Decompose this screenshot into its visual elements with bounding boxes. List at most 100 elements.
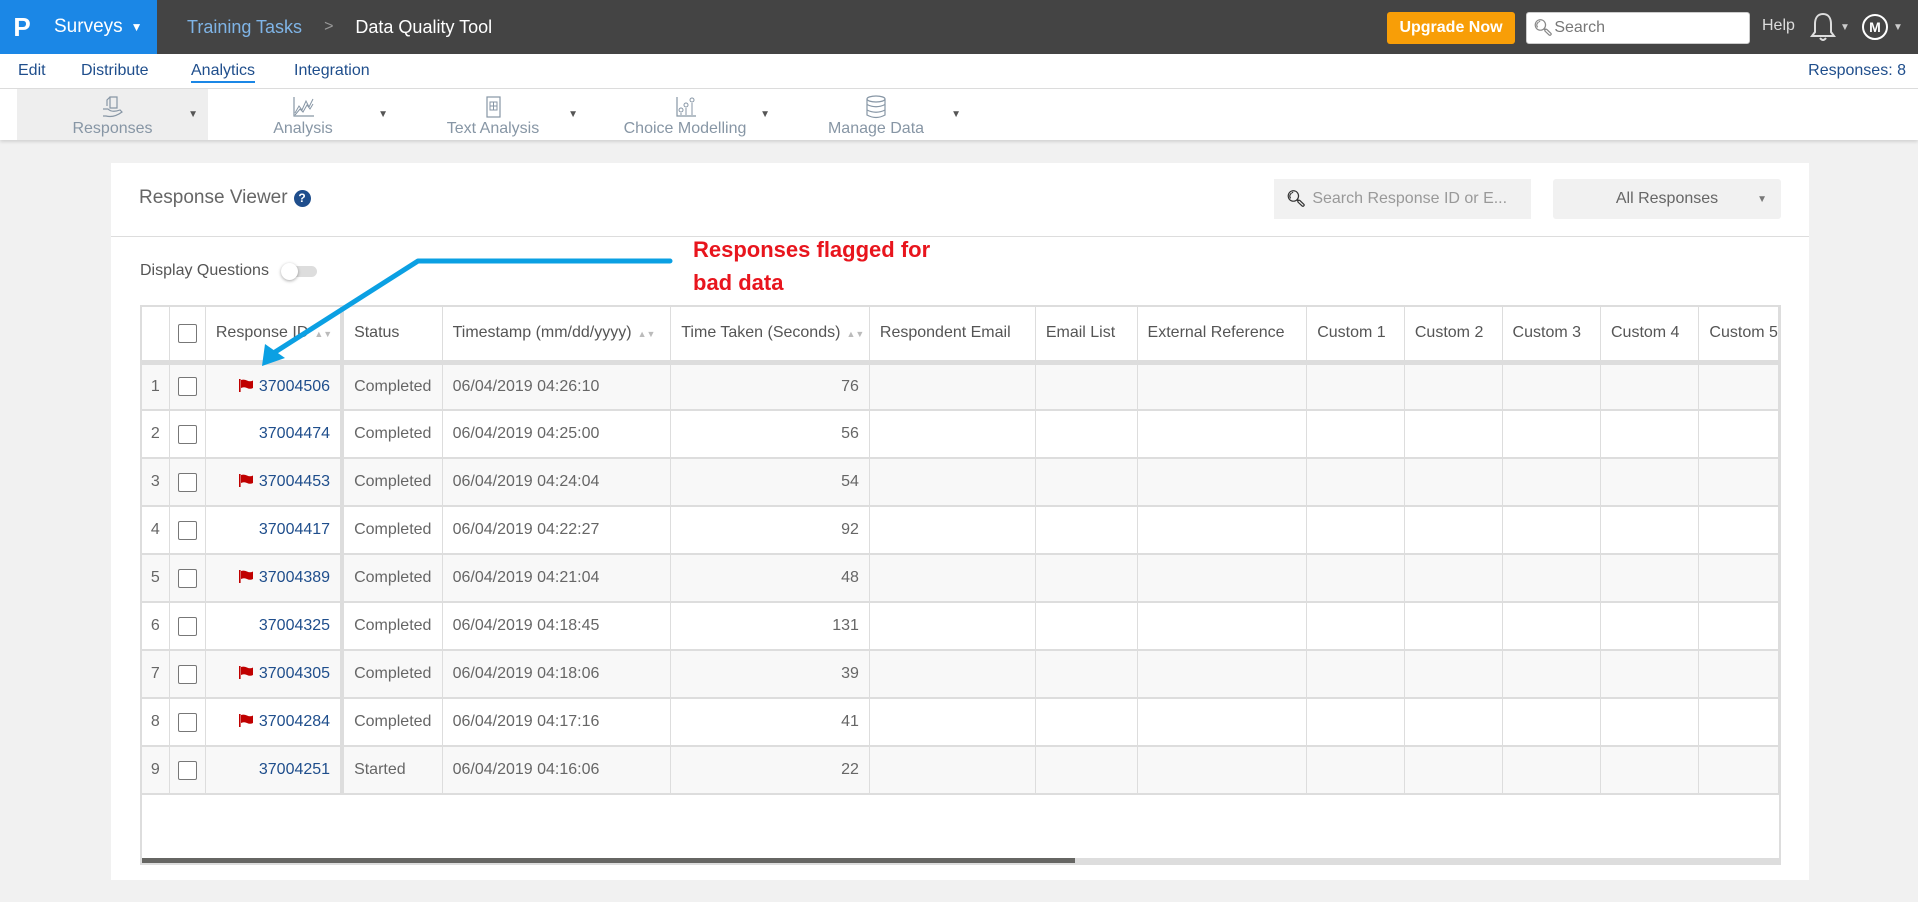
custom-3-cell [1502,698,1601,747]
column-header-custom-4[interactable]: Custom 4 [1600,307,1700,365]
help-link[interactable]: Help [1762,17,1795,35]
response-id-link[interactable]: 37004251 [259,761,330,778]
response-search-input[interactable]: 🔍︎ Search Response ID or E... [1274,179,1531,219]
status-cell: Completed [342,698,443,747]
top-bar: P Surveys ▼ Training Tasks > Data Qualit… [0,0,1918,54]
row-checkbox[interactable] [169,554,206,603]
table-row[interactable]: 7 37004305 Completed 06/04/2019 04:18:06 39 [142,650,1779,699]
response-id-link[interactable]: 37004389 [259,569,330,586]
column-header-status[interactable]: Status [342,307,443,365]
column-header-custom-2[interactable]: Custom 2 [1404,307,1503,365]
column-header-respondent-email[interactable]: Respondent Email [869,307,1036,365]
row-checkbox[interactable] [169,698,206,747]
checkbox-icon [177,424,197,444]
sort-icon[interactable]: ▲▼ [846,329,864,339]
tool-manage-data[interactable]: Manage Data ▼ [781,89,971,140]
chevron-down-icon[interactable]: ▼ [951,109,961,120]
scrollbar-thumb[interactable] [142,858,1076,863]
row-checkbox[interactable] [169,362,206,411]
chevron-down-icon[interactable]: ▼ [568,109,578,120]
product-switcher[interactable]: P Surveys ▼ [0,0,157,54]
chevron-down-icon[interactable]: ▼ [760,109,770,120]
sort-icon[interactable]: ▲▼ [314,329,332,339]
row-checkbox[interactable] [169,506,206,555]
table-row[interactable]: 6 37004325 Completed 06/04/2019 04:18:45 131 [142,602,1779,651]
breadcrumb-project-folder[interactable]: Training Tasks [187,17,302,38]
column-header-time-taken[interactable]: Time Taken (Seconds) ▲▼ [670,307,870,365]
column-header-custom-5[interactable]: Custom 5 [1698,307,1779,365]
notification-bell-icon[interactable] [1808,11,1838,43]
column-header-custom-1[interactable]: Custom 1 [1306,307,1405,365]
response-id-link[interactable]: 37004284 [259,713,330,730]
upgrade-now-button[interactable]: Upgrade Now [1387,12,1515,44]
row-checkbox[interactable] [169,410,206,459]
table-row[interactable]: 5 37004389 Completed 06/04/2019 04:21:04 48 [142,554,1779,603]
column-header-external-reference[interactable]: External Reference [1137,307,1308,365]
nav-edit[interactable]: Edit [18,62,46,80]
column-header-timestamp[interactable]: Timestamp (mm/dd/yyyy) ▲▼ [442,307,672,365]
row-checkbox[interactable] [169,746,206,795]
response-filter-select[interactable]: All Responses ▼ [1553,179,1781,219]
help-question-icon[interactable]: ? [293,190,311,207]
nav-distribute[interactable]: Distribute [81,62,149,80]
nav-analytics[interactable]: Analytics [191,62,256,83]
response-id-link[interactable]: 37004506 [259,378,330,395]
response-id-link[interactable]: 37004417 [259,521,330,538]
select-all-checkbox[interactable] [169,307,206,365]
tool-text-analysis[interactable]: Text Analysis ▼ [398,89,588,140]
response-id-link[interactable]: 37004474 [259,425,330,442]
column-header-email-list[interactable]: Email List [1035,307,1138,365]
row-checkbox[interactable] [169,602,206,651]
header-label: Custom 5 [1709,324,1778,342]
header-label: Custom 4 [1610,324,1680,342]
nav-integration[interactable]: Integration [294,62,370,80]
table-row[interactable]: 2 37004474 Completed 06/04/2019 04:25:00 56 [142,410,1779,459]
table-row[interactable]: 4 37004417 Completed 06/04/2019 04:22:27 92 [142,506,1779,555]
custom-4-cell [1600,410,1700,459]
tool-analysis[interactable]: Analysis ▼ [208,89,398,140]
account-caret-icon[interactable]: ▼ [1893,22,1903,33]
table-row[interactable]: 9 37004251 Started 06/04/2019 04:16:06 22 [142,746,1779,795]
filter-selected-value: All Responses [1615,190,1719,207]
text-analysis-icon [486,96,501,118]
custom-2-cell [1404,698,1503,747]
custom-1-cell [1306,602,1405,651]
custom-2-cell [1404,506,1503,555]
chevron-down-icon[interactable]: ▼ [188,109,198,120]
response-id-link[interactable]: 37004453 [259,473,330,490]
user-avatar[interactable]: M [1862,14,1888,40]
response-id-cell: 37004389 [205,554,345,603]
tool-label: Responses [72,120,153,137]
respondent-email-cell [869,746,1036,795]
timestamp-cell: 06/04/2019 04:18:06 [442,650,672,699]
response-id-cell: 37004453 [205,458,345,507]
time-taken-cell: 48 [670,554,870,603]
responses-count[interactable]: Responses: 8 [1808,62,1906,80]
row-checkbox[interactable] [169,650,206,699]
custom-5-cell [1698,410,1779,459]
response-id-link[interactable]: 37004325 [259,617,330,634]
table-row[interactable]: 8 37004284 Completed 06/04/2019 04:17:16 41 [142,698,1779,747]
response-id-cell: 37004251 [205,746,345,795]
response-id-link[interactable]: 37004305 [259,665,330,682]
email-list-cell [1035,506,1138,555]
display-questions-toggle[interactable] [280,263,317,280]
horizontal-scrollbar[interactable] [142,858,1779,863]
global-search-input[interactable]: 🔍︎ Search [1526,12,1750,44]
chevron-down-icon[interactable]: ▼ [378,109,388,120]
column-header-response-id[interactable]: Response ID ▲▼ [205,307,345,365]
table-row[interactable]: 1 37004506 Completed 06/04/2019 04:26:10 76 [142,362,1779,411]
table-row[interactable]: 3 37004453 Completed 06/04/2019 04:24:04 54 [142,458,1779,507]
tool-choice-modelling[interactable]: Choice Modelling ▼ [590,89,780,140]
row-checkbox[interactable] [169,458,206,507]
notifications-caret-icon[interactable]: ▼ [1840,22,1850,33]
column-header-custom-3[interactable]: Custom 3 [1502,307,1601,365]
status-cell: Completed [342,650,443,699]
tool-responses[interactable]: Responses ▼ [17,89,208,140]
row-number: 8 [142,698,170,747]
status-cell: Completed [342,602,443,651]
timestamp-cell: 06/04/2019 04:21:04 [442,554,672,603]
custom-2-cell [1404,602,1503,651]
sort-icon[interactable]: ▲▼ [638,329,656,339]
header-label: Custom 3 [1512,324,1582,342]
